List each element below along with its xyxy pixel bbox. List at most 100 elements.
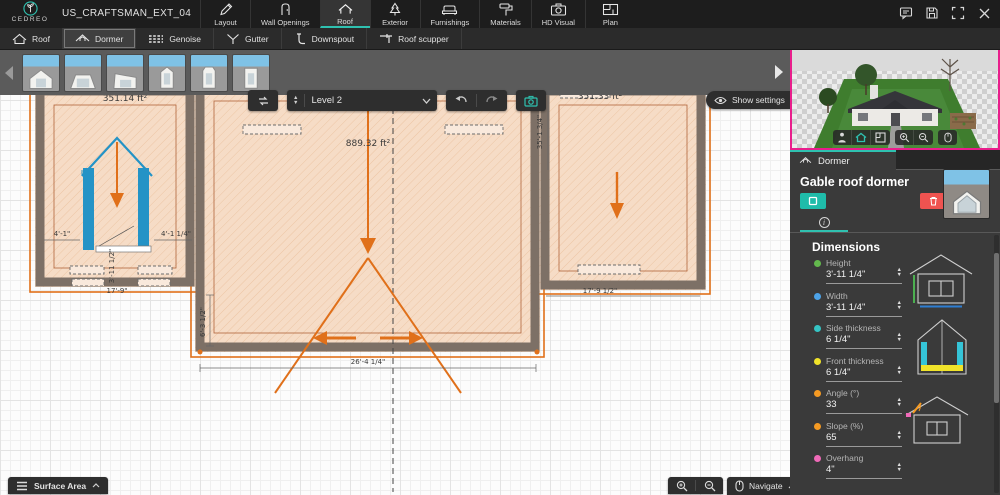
floorplan-icon: [875, 132, 886, 143]
magnifier-plus-icon: [676, 480, 688, 492]
field-label: Overhang: [826, 453, 863, 463]
thumbnail-flat-wall-dormer[interactable]: [232, 54, 270, 92]
comment-button[interactable]: [898, 5, 914, 21]
prev-thumbnails-button[interactable]: [0, 55, 18, 91]
level-stepper[interactable]: ▲▼: [293, 96, 298, 106]
genoise-icon: [148, 34, 164, 44]
angle-input[interactable]: 33: [826, 399, 902, 414]
surface-area-button[interactable]: Surface Area: [8, 477, 108, 494]
field-label: Front thickness: [826, 356, 884, 366]
replace-dormer-button[interactable]: [800, 193, 826, 209]
roof-section-right[interactable]: [540, 86, 706, 290]
dormer-thumbnail-preview: [943, 169, 990, 219]
preview-zoom-in-button[interactable]: [895, 130, 914, 145]
save-button[interactable]: [924, 5, 940, 21]
panel-tab-label: Dormer: [818, 156, 850, 167]
gable-dormer-preview: [26, 65, 56, 91]
surface-area-label: Surface Area: [34, 481, 86, 491]
height-stepper[interactable]: ▲▼: [897, 268, 902, 278]
width-input[interactable]: 3'-11 1/4": [826, 302, 902, 317]
area-label-center: 889.32 ft²: [346, 139, 391, 149]
roof-icon: [12, 33, 27, 45]
field-slope: Slope (%) 65 ▲▼: [814, 421, 900, 451]
front-thickness-stepper[interactable]: ▲▼: [897, 366, 902, 376]
ribbon-genoise[interactable]: Genoise: [136, 28, 214, 49]
floor-plan-canvas[interactable]: 351.14 ft² 889.32 ft² 351.33 ft² 4'-1" 4…: [0, 50, 790, 495]
cedreo-logo[interactable]: CEDREO: [6, 1, 54, 23]
tab-info[interactable]: i: [800, 215, 848, 232]
next-thumbnails-button[interactable]: [770, 54, 788, 90]
info-icon: i: [819, 217, 830, 228]
list-icon: [16, 481, 28, 491]
view-plan-button[interactable]: [871, 130, 890, 145]
height-input[interactable]: 3'-11 1/4": [826, 269, 902, 284]
tab-exterior[interactable]: Exterior: [370, 0, 420, 28]
dim-right-height: 35'-1 3/4": [536, 115, 544, 150]
pencil-icon: [218, 2, 234, 17]
field-label: Width: [826, 291, 848, 301]
zoom-out-button[interactable]: [696, 477, 723, 494]
slope-input[interactable]: 65: [826, 432, 902, 447]
overhang-input[interactable]: 4": [826, 464, 902, 479]
angle-stepper[interactable]: ▲▼: [897, 398, 902, 408]
side-thickness-input[interactable]: 6 1/4": [826, 334, 902, 349]
close-button[interactable]: [976, 5, 992, 21]
panel-scrollbar[interactable]: [994, 235, 999, 493]
tab-plan[interactable]: Plan: [585, 0, 635, 28]
thumbnail-hip-wall-dormer[interactable]: [190, 54, 228, 92]
ribbon-label: Gutter: [245, 34, 269, 44]
selection-title: Gable roof dormer: [800, 175, 909, 189]
switch-view-button[interactable]: [248, 90, 278, 111]
preview-navigate-button[interactable]: [938, 130, 957, 145]
ribbon-label: Genoise: [169, 34, 201, 44]
ribbon-dormer[interactable]: Dormer: [63, 28, 136, 49]
top-bar: CEDREO US_CRAFTSMAN_EXT_04 Layout Wall O…: [0, 0, 1000, 28]
chevron-left-icon: [4, 65, 14, 81]
project-name: US_CRAFTSMAN_EXT_04: [62, 8, 191, 19]
fullscreen-button[interactable]: [950, 5, 966, 21]
tab-wall-openings[interactable]: Wall Openings: [250, 0, 320, 28]
gable-dormer-preview: [949, 184, 985, 218]
view-3d-button[interactable]: [852, 130, 871, 145]
ribbon-roof[interactable]: Roof: [0, 28, 63, 49]
width-stepper[interactable]: ▲▼: [897, 301, 902, 311]
slope-stepper[interactable]: ▲▼: [897, 431, 902, 441]
walkthrough-button[interactable]: [833, 130, 852, 145]
roof-icon: [337, 2, 354, 16]
tab-dormer[interactable]: Dormer: [790, 150, 896, 170]
zoom-in-button[interactable]: [668, 477, 695, 494]
tab-furnishings[interactable]: Furnishings: [420, 0, 480, 28]
ribbon-gutter[interactable]: Gutter: [214, 28, 282, 49]
tab-label: Furnishings: [431, 18, 470, 27]
dormer-thumbnails: [22, 54, 270, 92]
thumbnail-flat-roof-dormer[interactable]: [106, 54, 144, 92]
dim-dormer-right: 4'-1 1/4": [161, 230, 191, 238]
field-front-thickness: Front thickness 6 1/4" ▲▼: [814, 356, 900, 386]
field-label: Slope (%): [826, 421, 863, 431]
tab-materials[interactable]: Materials: [479, 0, 530, 28]
side-thickness-stepper[interactable]: ▲▼: [897, 333, 902, 343]
tab-roof[interactable]: Roof: [320, 0, 370, 28]
tab-hd-visual[interactable]: HD Visual: [531, 0, 585, 28]
undo-button[interactable]: [446, 90, 476, 111]
copy-icon: [808, 196, 818, 206]
ribbon-roof-scupper[interactable]: Roof scupper: [367, 28, 462, 49]
thumbnail-gable-wall-dormer[interactable]: [148, 54, 186, 92]
tab-layout[interactable]: Layout: [200, 0, 250, 28]
panel-scrollbar-thumb[interactable]: [994, 253, 999, 403]
overhang-stepper[interactable]: ▲▼: [897, 463, 902, 473]
level-selector[interactable]: ▲▼ Level 2: [287, 90, 437, 111]
magnifier-minus-icon: [704, 480, 716, 492]
redo-button[interactable]: [477, 90, 507, 111]
angle-overhang-diagram: [904, 393, 970, 447]
preview-zoom-out-button[interactable]: [914, 130, 933, 145]
flat-dormer-preview: [110, 65, 140, 91]
thumbnail-hip-roof-dormer[interactable]: [64, 54, 102, 92]
thumbnail-gable-roof-dormer[interactable]: [22, 54, 60, 92]
thickness-diagram: [914, 317, 970, 377]
undo-icon: [454, 95, 468, 106]
ribbon-downspout[interactable]: Downspout: [282, 28, 368, 49]
dim-right-width: 17'-9 1/2": [583, 287, 618, 295]
front-thickness-input[interactable]: 6 1/4": [826, 367, 902, 382]
render-snapshot-button[interactable]: [516, 90, 546, 111]
